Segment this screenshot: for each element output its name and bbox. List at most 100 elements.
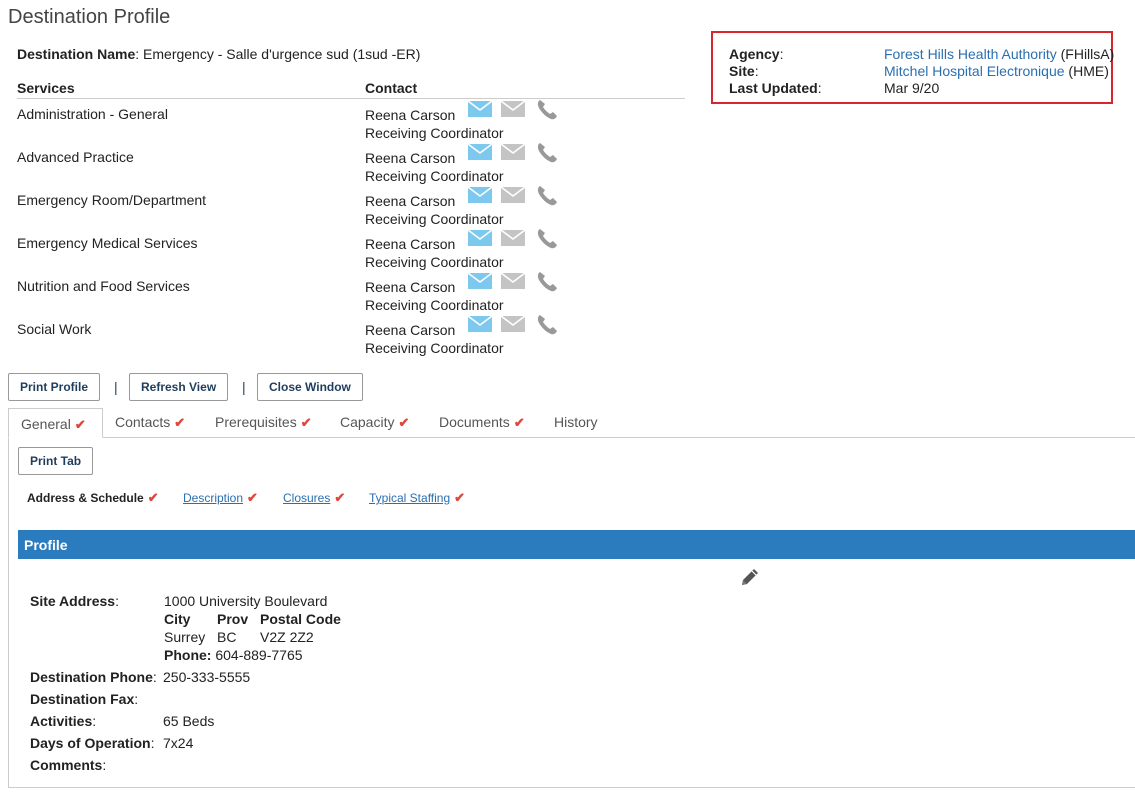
postal-code-value: V2Z 2Z2 xyxy=(260,629,314,645)
subnav-address-schedule[interactable]: Address & Schedule ✔ xyxy=(27,490,159,506)
email-icon[interactable] xyxy=(467,186,493,207)
profile-section-header: Profile xyxy=(18,530,1135,559)
prov-value: BC xyxy=(217,629,237,645)
phone-icon[interactable] xyxy=(535,313,559,338)
mail-icon[interactable] xyxy=(500,272,526,293)
destination-name-label: Destination Name xyxy=(17,46,136,62)
check-icon: ✔ xyxy=(398,415,410,430)
service-name: Social Work xyxy=(17,321,92,337)
edit-pencil-icon[interactable] xyxy=(739,566,761,591)
mail-icon[interactable] xyxy=(500,143,526,164)
activities-value: 65 Beds xyxy=(163,713,215,729)
destination-name: Destination Name: Emergency - Salle d'ur… xyxy=(17,46,420,62)
tab-general[interactable]: General ✔ xyxy=(8,408,103,438)
contact-role: Receiving Coordinator xyxy=(365,340,504,356)
table-row: Emergency Medical Services Reena Carson Re… xyxy=(17,229,685,278)
destination-phone-label: Destination Phone xyxy=(30,669,153,685)
city-value: Surrey xyxy=(164,629,206,645)
mail-icon[interactable] xyxy=(500,315,526,336)
contact-icons xyxy=(467,98,559,123)
service-name: Emergency Room/Department xyxy=(17,192,207,208)
email-icon[interactable] xyxy=(467,143,493,164)
print-profile-button[interactable]: Print Profile xyxy=(8,373,101,401)
mail-icon[interactable] xyxy=(500,100,526,121)
check-icon: ✔ xyxy=(174,415,186,430)
refresh-view-button[interactable]: Refresh View xyxy=(129,373,229,401)
check-icon: ✔ xyxy=(513,415,525,430)
site-address-block: 1000 University Boulevard City Prov Post… xyxy=(164,592,341,664)
tab-capacity[interactable]: Capacity ✔ xyxy=(340,414,409,431)
contact-role: Receiving Coordinator xyxy=(365,297,504,313)
service-name: Administration - General xyxy=(17,106,168,122)
subnav-typical-staffing[interactable]: Typical Staffing ✔ xyxy=(369,490,465,506)
tabs-divider xyxy=(8,437,1135,438)
tab-contacts[interactable]: Contacts ✔ xyxy=(115,414,185,431)
contact-icons xyxy=(467,141,559,166)
contact-header: Contact xyxy=(365,80,418,96)
check-icon: ✔ xyxy=(74,417,86,432)
last-updated-label: Last Updated xyxy=(729,80,818,96)
check-icon: ✔ xyxy=(300,415,312,430)
service-name: Nutrition and Food Services xyxy=(17,278,190,294)
mail-icon[interactable] xyxy=(500,229,526,250)
contact-role: Receiving Coordinator xyxy=(365,211,504,227)
postal-code-label: Postal Code xyxy=(260,611,341,627)
phone-icon[interactable] xyxy=(535,270,559,295)
separator: | xyxy=(242,379,246,395)
table-row: Advanced Practice Reena Carson Receiving C… xyxy=(17,143,685,192)
mail-icon[interactable] xyxy=(500,186,526,207)
site-code: (HME) xyxy=(1064,63,1109,79)
days-of-operation-value: 7x24 xyxy=(163,735,194,751)
tab-prerequisites[interactable]: Prerequisites ✔ xyxy=(215,414,312,431)
tab-history[interactable]: History xyxy=(554,414,598,430)
activities-label: Activities xyxy=(30,713,93,729)
email-icon[interactable] xyxy=(467,100,493,121)
email-icon[interactable] xyxy=(467,229,493,250)
email-icon[interactable] xyxy=(467,315,493,336)
phone-icon[interactable] xyxy=(535,227,559,252)
service-name: Advanced Practice xyxy=(17,149,134,165)
check-icon: ✔ xyxy=(247,490,258,505)
site-address-value: 1000 University Boulevard xyxy=(164,593,328,609)
agency-link[interactable]: Forest Hills Health Authority xyxy=(884,46,1057,62)
city-label: City xyxy=(164,611,191,627)
destination-fax-label: Destination Fax xyxy=(30,691,135,707)
tab-documents[interactable]: Documents ✔ xyxy=(439,414,525,431)
phone-value: 604-889-7765 xyxy=(211,647,303,663)
print-tab-button[interactable]: Print Tab xyxy=(18,447,94,475)
panel-border xyxy=(8,787,1135,788)
table-row: Administration - General Reena Carson Rece… xyxy=(17,100,685,149)
subnav-closures[interactable]: Closures ✔ xyxy=(283,490,345,506)
table-row: Social Work Reena Carson Receiving Coordin… xyxy=(17,315,685,364)
services-header: Services xyxy=(17,80,75,96)
phone-icon[interactable] xyxy=(535,184,559,209)
days-of-operation-label: Days of Operation xyxy=(30,735,151,751)
panel-border xyxy=(8,438,9,788)
contact-role: Receiving Coordinator xyxy=(365,168,504,184)
site-link[interactable]: Mitchel Hospital Electronique xyxy=(884,63,1065,79)
phone-icon[interactable] xyxy=(535,141,559,166)
page-title: Destination Profile xyxy=(8,6,171,28)
email-icon[interactable] xyxy=(467,272,493,293)
separator: | xyxy=(114,379,118,395)
table-row: Emergency Room/Department Reena Carson Rec… xyxy=(17,186,685,235)
contact-icons xyxy=(467,270,559,295)
service-name: Emergency Medical Services xyxy=(17,235,198,251)
agency-info-box: Agency: Forest Hills Health Authority (F… xyxy=(711,31,1114,104)
phone-icon[interactable] xyxy=(535,98,559,123)
check-icon: ✔ xyxy=(147,490,159,505)
site-address-label: Site Address xyxy=(30,593,116,609)
destination-phone-value: 250-333-5555 xyxy=(163,669,251,685)
contact-icons xyxy=(467,227,559,252)
agency-label: Agency xyxy=(729,46,780,62)
close-window-button[interactable]: Close Window xyxy=(257,373,363,401)
prov-label: Prov xyxy=(217,611,249,627)
check-icon: ✔ xyxy=(334,490,346,505)
subnav-description[interactable]: Description ✔ xyxy=(183,490,258,506)
last-updated-value: Mar 9/20 xyxy=(884,80,940,96)
services-table-header: Services Contact xyxy=(17,80,685,99)
table-row: Nutrition and Food Services Reena Carson R… xyxy=(17,272,685,321)
contact-role: Receiving Coordinator xyxy=(365,125,504,141)
check-icon: ✔ xyxy=(454,490,466,505)
contact-role: Receiving Coordinator xyxy=(365,254,504,270)
